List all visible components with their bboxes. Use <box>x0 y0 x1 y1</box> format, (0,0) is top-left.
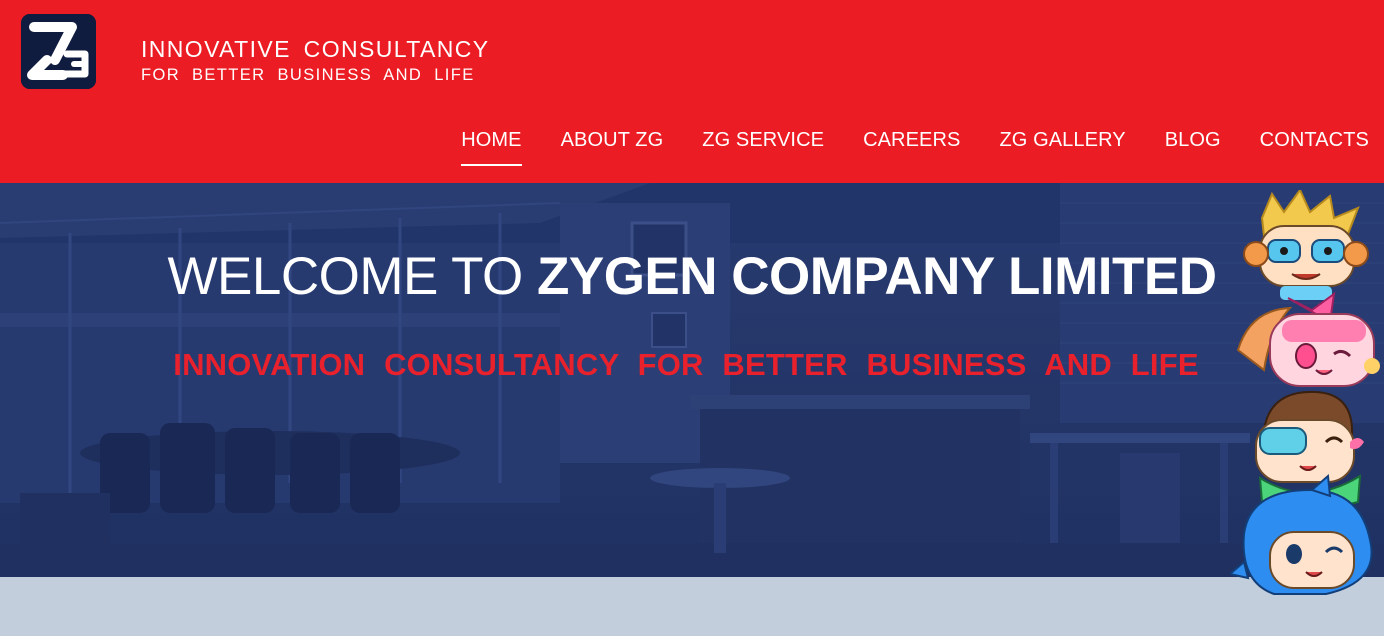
hero-title-light: WELCOME TO <box>167 247 537 306</box>
tagline-main: INNOVATIVE CONSULTANCY <box>141 36 490 62</box>
hero-subtitle: INNOVATION CONSULTANCY FOR BETTER BUSINE… <box>173 347 1199 382</box>
hero-title: WELCOME TO ZYGEN COMPANY LIMITED <box>0 249 1384 305</box>
nav-careers[interactable]: CAREERS <box>863 126 960 154</box>
header-tagline: INNOVATIVE CONSULTANCY FOR BETTER BUSINE… <box>141 36 489 86</box>
tagline-sub: FOR BETTER BUSINESS AND LIFE <box>141 66 475 84</box>
zg-logo-mark <box>21 14 96 89</box>
content-band <box>0 577 1384 636</box>
hero-banner: WELCOME TO ZYGEN COMPANY LIMITED INNOVAT… <box>0 183 1384 577</box>
nav-contacts[interactable]: CONTACTS <box>1260 126 1369 154</box>
hero-title-bold: ZYGEN COMPANY LIMITED <box>536 247 1217 306</box>
mascot-1 <box>1243 190 1369 300</box>
nav-blog[interactable]: BLOG <box>1165 126 1221 154</box>
nav-about-zg[interactable]: ABOUT ZG <box>561 126 664 154</box>
zg-logo-icon[interactable] <box>21 14 96 89</box>
main-nav: HOME ABOUT ZG ZG SERVICE CAREERS ZG GALL… <box>461 126 1369 166</box>
mascot-2 <box>1236 291 1380 387</box>
nav-zg-service[interactable]: ZG SERVICE <box>702 126 824 154</box>
site-header: INNOVATIVE CONSULTANCY FOR BETTER BUSINE… <box>0 0 1384 183</box>
nav-home[interactable]: HOME <box>461 126 523 166</box>
nav-zg-gallery[interactable]: ZG GALLERY <box>999 126 1125 154</box>
mascot-characters <box>1230 190 1380 595</box>
